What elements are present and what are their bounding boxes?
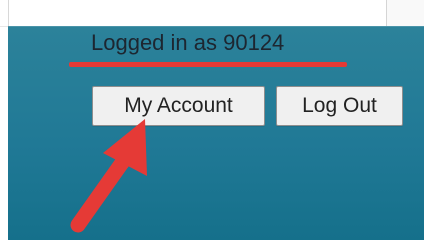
top-right-box — [386, 0, 424, 26]
top-strip — [0, 0, 424, 27]
account-panel — [8, 26, 424, 240]
top-divider — [8, 0, 9, 26]
bottom-strip — [0, 240, 424, 252]
log-out-button[interactable]: Log Out — [276, 86, 403, 126]
my-account-button[interactable]: My Account — [92, 86, 265, 126]
logged-in-status: Logged in as 90124 — [91, 30, 285, 55]
status-underline — [69, 62, 347, 67]
